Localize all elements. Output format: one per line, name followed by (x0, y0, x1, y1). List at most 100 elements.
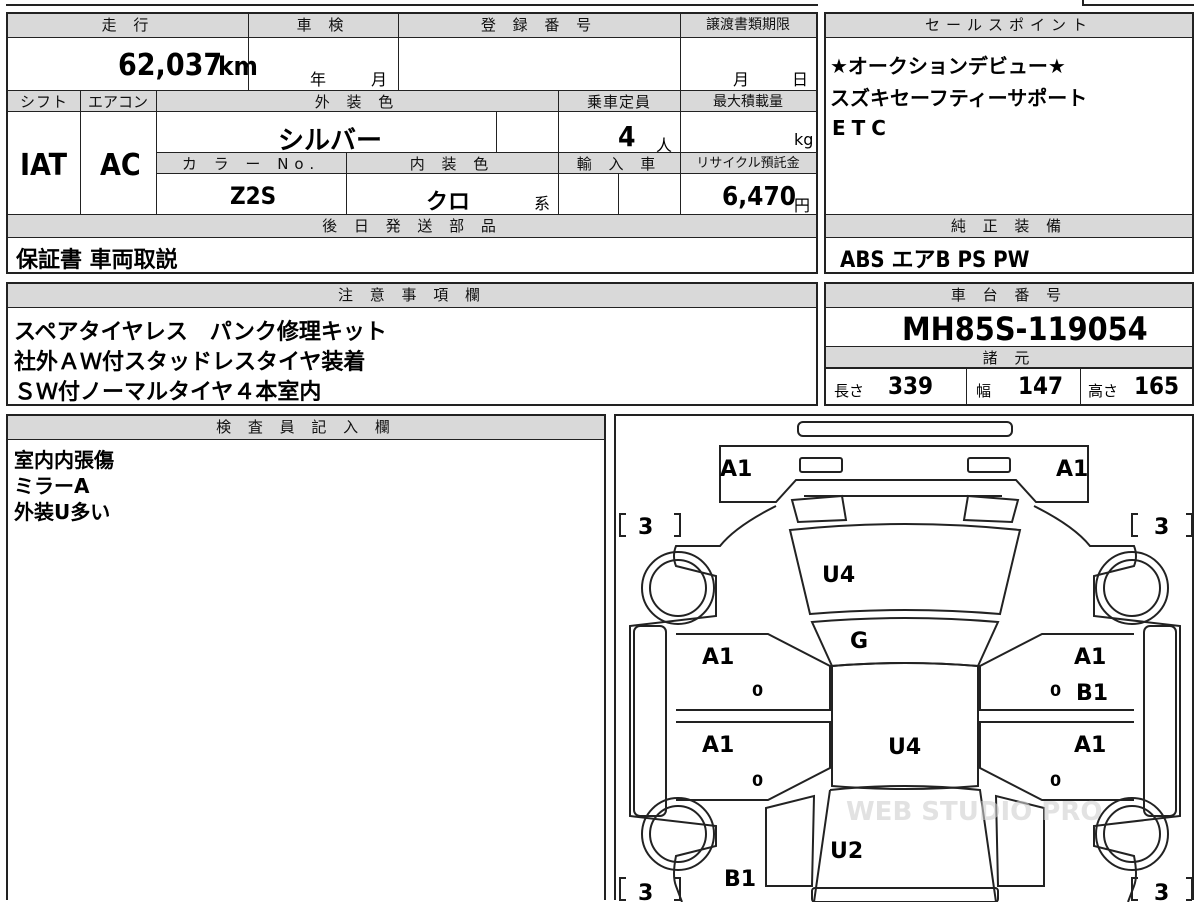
wheel-front-left (641, 551, 715, 625)
mark-zero: 0 (1050, 681, 1061, 700)
mark-tire-fr: 3 (1154, 515, 1169, 540)
watermark: WEB STUDIO PRO (846, 797, 1102, 827)
transfer-month-unit: 月 (733, 70, 750, 89)
car-diagram-box: A1 A1 U4 G A1 A1 B1 A1 A1 U4 U2 B1 3 3 3… (614, 414, 1194, 902)
mark-front-door-right-2: B1 (1076, 681, 1108, 706)
grille-left (790, 494, 848, 524)
inspector-box: 検 査 員 記 入 欄 室内内張傷 ミラーA 外装U多い (6, 414, 606, 900)
divider (558, 90, 559, 214)
wheel-front-right-inner (1103, 559, 1161, 617)
chassis-number: MH85S-119054 (902, 310, 1148, 348)
height-label: 高さ (1088, 382, 1119, 400)
specs-label: 諸 元 (826, 346, 1192, 368)
front-section (719, 445, 1089, 503)
divider (248, 14, 249, 90)
side-sill-left (633, 625, 667, 817)
import-label: 輸 入 車 (558, 152, 680, 174)
divider (618, 174, 619, 214)
color-no-value: Z2S (230, 182, 277, 210)
top-strip-right (1082, 0, 1194, 6)
headlight-right (967, 457, 1011, 473)
note-line: 社外ＡＷ付スタッドレスタイヤ装着 (14, 350, 366, 375)
inspector-line: ミラーA (14, 474, 90, 498)
divider (398, 14, 399, 90)
mark-rear-door-left: A1 (702, 733, 734, 758)
mark-zero: 0 (752, 681, 763, 700)
divider (680, 14, 681, 214)
divider (966, 368, 967, 404)
mileage-unit: km (218, 52, 258, 82)
divider (1080, 368, 1081, 404)
divider (156, 90, 157, 214)
notes-box: 注 意 事 項 欄 スペアタイヤレス パンク修理キット 社外ＡＷ付スタッドレスタ… (6, 282, 818, 406)
rear-quarter-left (765, 794, 816, 887)
recycle-value: 6,470 (722, 182, 796, 212)
headlight-left (799, 457, 843, 473)
mark-front-door-left: A1 (702, 645, 734, 670)
sales-point-line: ★オークションデビュー★ (830, 54, 1066, 78)
wheel-rear-right-inner (1103, 805, 1161, 863)
interior-color-value: クロ (426, 190, 471, 215)
max-load-unit: kg (794, 130, 814, 149)
height-value: 165 (1134, 372, 1180, 400)
notes-label: 注 意 事 項 欄 (8, 284, 816, 308)
wheel-rear-left-inner (649, 805, 707, 863)
roof-panel (831, 662, 979, 790)
chassis-box: 車 台 番 号 MH85S-119054 諸 元 長さ 339 幅 147 高さ… (824, 282, 1194, 406)
mark-front-right: A1 (1056, 457, 1088, 482)
mark-front-left: A1 (720, 457, 752, 482)
aircon-label: エアコン (80, 90, 156, 112)
inspector-line: 外装U多い (14, 500, 111, 524)
divider (80, 90, 81, 214)
genuine-equipment-label: 純 正 装 備 (826, 214, 1192, 238)
mark-zero: 0 (752, 771, 763, 790)
capacity-value: 4 (618, 120, 636, 153)
mileage-label: 走 行 (8, 14, 248, 38)
genuine-equipment-value: ABS エアB PS PW (840, 248, 1030, 273)
sales-point-line: ETC (832, 116, 892, 140)
front-bumper (797, 421, 1013, 437)
wheel-front-right (1095, 551, 1169, 625)
shaken-month-unit: 月 (371, 70, 388, 89)
mark-tire-rl: 3 (638, 881, 653, 902)
chassis-label: 車 台 番 号 (826, 284, 1192, 308)
shift-label: シフト (8, 90, 80, 112)
aircon-value: AC (100, 148, 141, 183)
shaken-label: 車 検 (248, 14, 398, 38)
mark-zero: 0 (1050, 771, 1061, 790)
inspector-label: 検 査 員 記 入 欄 (8, 416, 604, 440)
mark-tire-rr: 3 (1154, 881, 1169, 902)
divider (496, 112, 497, 152)
capacity-label: 乗車定員 (558, 90, 680, 112)
width-value: 147 (1018, 372, 1064, 400)
grille-right (962, 494, 1020, 524)
top-strip (6, 0, 818, 6)
mark-windshield: G (850, 629, 868, 654)
note-line: ＳＷ付ノーマルタイヤ４本室内 (14, 380, 322, 405)
wheel-rear-right (1095, 797, 1169, 871)
wheel-front-left-inner (649, 559, 707, 617)
side-sill-right (1143, 625, 1177, 817)
car-diagram: A1 A1 U4 G A1 A1 B1 A1 A1 U4 U2 B1 3 3 3… (619, 421, 1192, 902)
sales-points-label: セールスポイント (826, 14, 1192, 38)
mark-rear-left: B1 (724, 867, 756, 892)
mark-hood: U4 (822, 563, 855, 588)
shift-value: IAT (20, 148, 68, 183)
windshield-panel (810, 617, 1000, 668)
inspector-line: 室内内張傷 (14, 448, 114, 472)
registration-label: 登 録 番 号 (398, 14, 680, 38)
vehicle-info-table: 走 行 車 検 登 録 番 号 譲渡書類期限 62,037 km 年 月 月 日… (6, 12, 818, 274)
mark-tire-fl: 3 (638, 515, 653, 540)
sales-point-line: スズキセーフティーサポート (830, 86, 1088, 110)
recycle-label: リサイクル預託金 (680, 152, 816, 174)
width-label: 幅 (976, 382, 992, 400)
wheel-rear-left (641, 797, 715, 871)
divider (346, 152, 347, 214)
mark-rear: U2 (830, 839, 863, 864)
divider (826, 368, 1192, 369)
exterior-color-label: 外 装 色 (156, 90, 558, 112)
length-value: 339 (888, 372, 934, 400)
note-line: スペアタイヤレス パンク修理キット (14, 320, 387, 345)
recycle-unit: 円 (794, 196, 811, 215)
length-label: 長さ (834, 382, 865, 400)
